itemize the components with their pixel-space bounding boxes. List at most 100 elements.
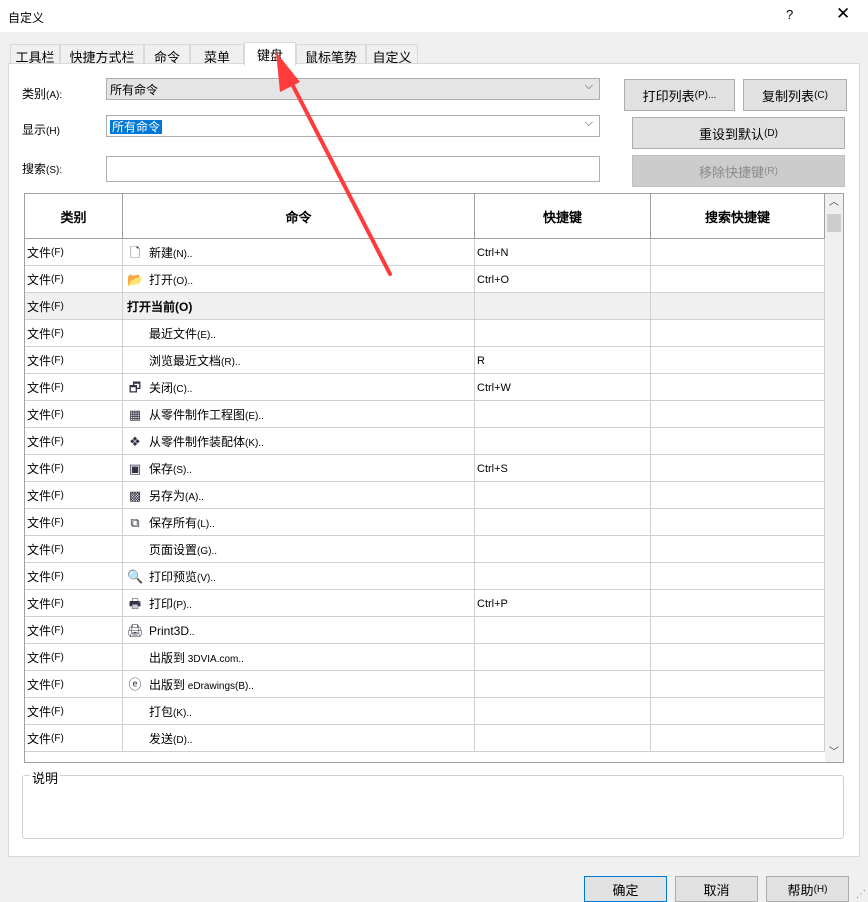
cell-command: ▦ 从零件制作工程图(E)..: [123, 401, 475, 428]
open-folder-icon: 📂: [127, 271, 144, 287]
tab-shortcut-bars[interactable]: 快捷方式栏: [60, 44, 144, 65]
cell-search-shortcut: [651, 347, 825, 374]
cell-shortcut[interactable]: [475, 725, 651, 752]
show-label: 显示(H): [22, 123, 60, 137]
cell-shortcut[interactable]: [475, 482, 651, 509]
cell-category: 文件 (F): [25, 293, 123, 320]
cell-shortcut[interactable]: [475, 320, 651, 347]
category-select[interactable]: 所有命令 ⌵: [106, 78, 600, 100]
table-row[interactable]: 文件 (F) 🗋 新建(N).. Ctrl+N: [25, 239, 825, 266]
scroll-up-icon[interactable]: ︿: [825, 194, 843, 212]
cell-shortcut[interactable]: [475, 644, 651, 671]
header-search-shortcut[interactable]: 搜索快捷键: [651, 194, 825, 239]
table-row[interactable]: 文件 (F) ⓔ 出版到 eDrawings(B)..: [25, 671, 825, 698]
cell-command: 📂 打开(O)..: [123, 266, 475, 293]
category-value: 所有命令: [110, 83, 159, 97]
cell-command: 🗗 关闭(C)..: [123, 374, 475, 401]
cell-category: 文件 (F): [25, 698, 123, 725]
cell-shortcut[interactable]: [475, 563, 651, 590]
table-row[interactable]: 文件 (F) 🖶 打印(P).. Ctrl+P: [25, 590, 825, 617]
cell-category: 文件 (F): [25, 671, 123, 698]
table-row[interactable]: 文件 (F) 页面设置(G)..: [25, 536, 825, 563]
table-row[interactable]: 文件 (F) 浏览最近文档(R).. R: [25, 347, 825, 374]
cell-shortcut[interactable]: [475, 293, 651, 320]
resize-grip-icon[interactable]: ⋰: [856, 889, 866, 900]
cancel-button[interactable]: 取消: [675, 876, 758, 902]
search-input[interactable]: [106, 156, 600, 182]
cell-search-shortcut: [651, 401, 825, 428]
table-row[interactable]: 文件 (F) ▦ 从零件制作工程图(E)..: [25, 401, 825, 428]
table-row[interactable]: 文件 (F) ⧉ 保存所有(L)..: [25, 509, 825, 536]
cell-category: 文件 (F): [25, 428, 123, 455]
cell-search-shortcut: [651, 536, 825, 563]
cell-shortcut[interactable]: Ctrl+W: [475, 374, 651, 401]
tab-customize[interactable]: 自定义: [366, 44, 418, 65]
make-drawing-icon: ▦: [128, 406, 142, 422]
table-row[interactable]: 文件 (F) 🗗 关闭(C).. Ctrl+W: [25, 374, 825, 401]
table-row[interactable]: 文件 (F) 打包(K)..: [25, 698, 825, 725]
cell-shortcut[interactable]: [475, 509, 651, 536]
cell-category: 文件 (F): [25, 563, 123, 590]
cell-shortcut[interactable]: Ctrl+P: [475, 590, 651, 617]
help-button[interactable]: 帮助 (H): [766, 876, 849, 902]
cell-shortcut[interactable]: [475, 401, 651, 428]
cell-search-shortcut: [651, 698, 825, 725]
cell-command: 打包(K)..: [123, 698, 475, 725]
vertical-scrollbar[interactable]: ︿ ﹀: [825, 194, 843, 762]
header-command[interactable]: 命令: [123, 194, 475, 239]
cell-shortcut[interactable]: [475, 428, 651, 455]
scroll-thumb[interactable]: [827, 214, 841, 232]
cell-shortcut[interactable]: Ctrl+S: [475, 455, 651, 482]
help-icon[interactable]: ?: [786, 7, 793, 22]
table-row[interactable]: 文件 (F) 发送(D)..: [25, 725, 825, 752]
cell-shortcut[interactable]: [475, 671, 651, 698]
tab-toolbars[interactable]: 工具栏: [10, 44, 60, 65]
search-label: 搜索(S):: [22, 162, 63, 176]
cell-search-shortcut: [651, 509, 825, 536]
cell-command: 最近文件(E)..: [123, 320, 475, 347]
copy-list-button[interactable]: 复制列表 (C): [743, 79, 847, 111]
table-row[interactable]: 文件 (F) 出版到 3DVIA.com..: [25, 644, 825, 671]
cell-command: 出版到 3DVIA.com..: [123, 644, 475, 671]
scroll-down-icon[interactable]: ﹀: [825, 744, 843, 762]
tab-keyboard[interactable]: 键盘: [244, 42, 296, 66]
cell-category: 文件 (F): [25, 725, 123, 752]
reset-default-button[interactable]: 重设到默认 (D): [632, 117, 845, 149]
ok-button[interactable]: 确定: [584, 876, 667, 902]
table-row[interactable]: 文件 (F) 最近文件(E)..: [25, 320, 825, 347]
table-row[interactable]: 文件 (F) ▩ 另存为(A)..: [25, 482, 825, 509]
save-icon: ▣: [128, 460, 142, 476]
cell-search-shortcut: [651, 293, 825, 320]
cell-shortcut[interactable]: Ctrl+N: [475, 239, 651, 266]
cell-category: 文件 (F): [25, 644, 123, 671]
cell-search-shortcut: [651, 590, 825, 617]
header-shortcut[interactable]: 快捷键: [475, 194, 651, 239]
table-row[interactable]: 文件 (F) 打开当前(O): [25, 293, 825, 320]
tab-commands[interactable]: 命令: [144, 44, 190, 65]
category-label: 类别(A):: [22, 87, 63, 101]
cell-shortcut[interactable]: R: [475, 347, 651, 374]
table-row[interactable]: 文件 (F) ▣ 保存(S).. Ctrl+S: [25, 455, 825, 482]
tab-menus[interactable]: 菜单: [190, 44, 244, 65]
tab-mouse-gestures[interactable]: 鼠标笔势: [296, 44, 366, 65]
cell-category: 文件 (F): [25, 374, 123, 401]
cell-command: ❖ 从零件制作装配体(K)..: [123, 428, 475, 455]
cell-search-shortcut: [651, 428, 825, 455]
cell-command: 页面设置(G)..: [123, 536, 475, 563]
table-row[interactable]: 文件 (F) 📂 打开(O).. Ctrl+O: [25, 266, 825, 293]
table-row[interactable]: 文件 (F) ❖ 从零件制作装配体(K)..: [25, 428, 825, 455]
show-select[interactable]: 所有命令 ⌵: [106, 115, 600, 137]
window-title: 自定义: [8, 11, 45, 25]
table-row[interactable]: 文件 (F) 🔍 打印预览(V)..: [25, 563, 825, 590]
cell-command: 🖨 Print3D..: [123, 617, 475, 644]
print-list-button[interactable]: 打印列表 (P)...: [624, 79, 735, 111]
cell-shortcut[interactable]: [475, 698, 651, 725]
header-category[interactable]: 类别: [25, 194, 123, 239]
table-row[interactable]: 文件 (F) 🖨 Print3D..: [25, 617, 825, 644]
cell-shortcut[interactable]: Ctrl+O: [475, 266, 651, 293]
close-icon[interactable]: ✕: [836, 4, 850, 24]
cell-shortcut[interactable]: [475, 536, 651, 563]
cell-category: 文件 (F): [25, 455, 123, 482]
cell-category: 文件 (F): [25, 401, 123, 428]
cell-shortcut[interactable]: [475, 617, 651, 644]
